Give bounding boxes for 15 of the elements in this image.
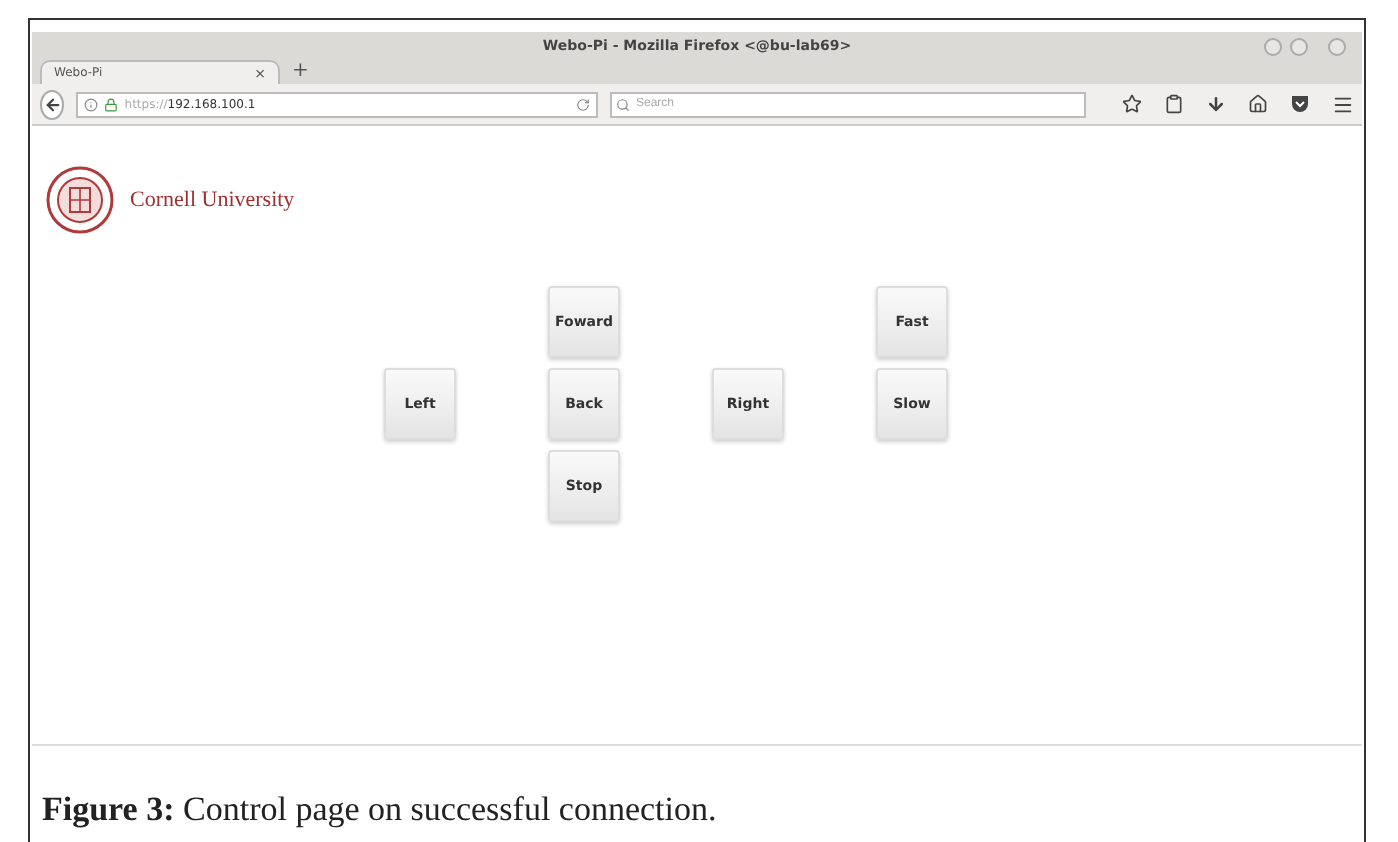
logo-text: Cornell University (130, 188, 295, 212)
back-button[interactable] (40, 89, 65, 119)
download-icon[interactable] (1206, 94, 1226, 114)
clipboard-icon[interactable] (1164, 94, 1184, 114)
reload-icon[interactable] (576, 97, 590, 111)
star-icon[interactable] (1122, 94, 1142, 114)
menu-icon[interactable] (1332, 93, 1354, 115)
info-icon[interactable] (84, 97, 99, 111)
back-arrow-icon (43, 95, 62, 113)
university-seal-icon (46, 166, 114, 234)
search-icon (616, 97, 630, 111)
figure-caption: Figure 3: Control page on successful connection. (42, 790, 719, 830)
home-icon[interactable] (1248, 94, 1268, 114)
new-tab-button[interactable]: + (292, 60, 309, 84)
lock-icon (104, 97, 119, 111)
